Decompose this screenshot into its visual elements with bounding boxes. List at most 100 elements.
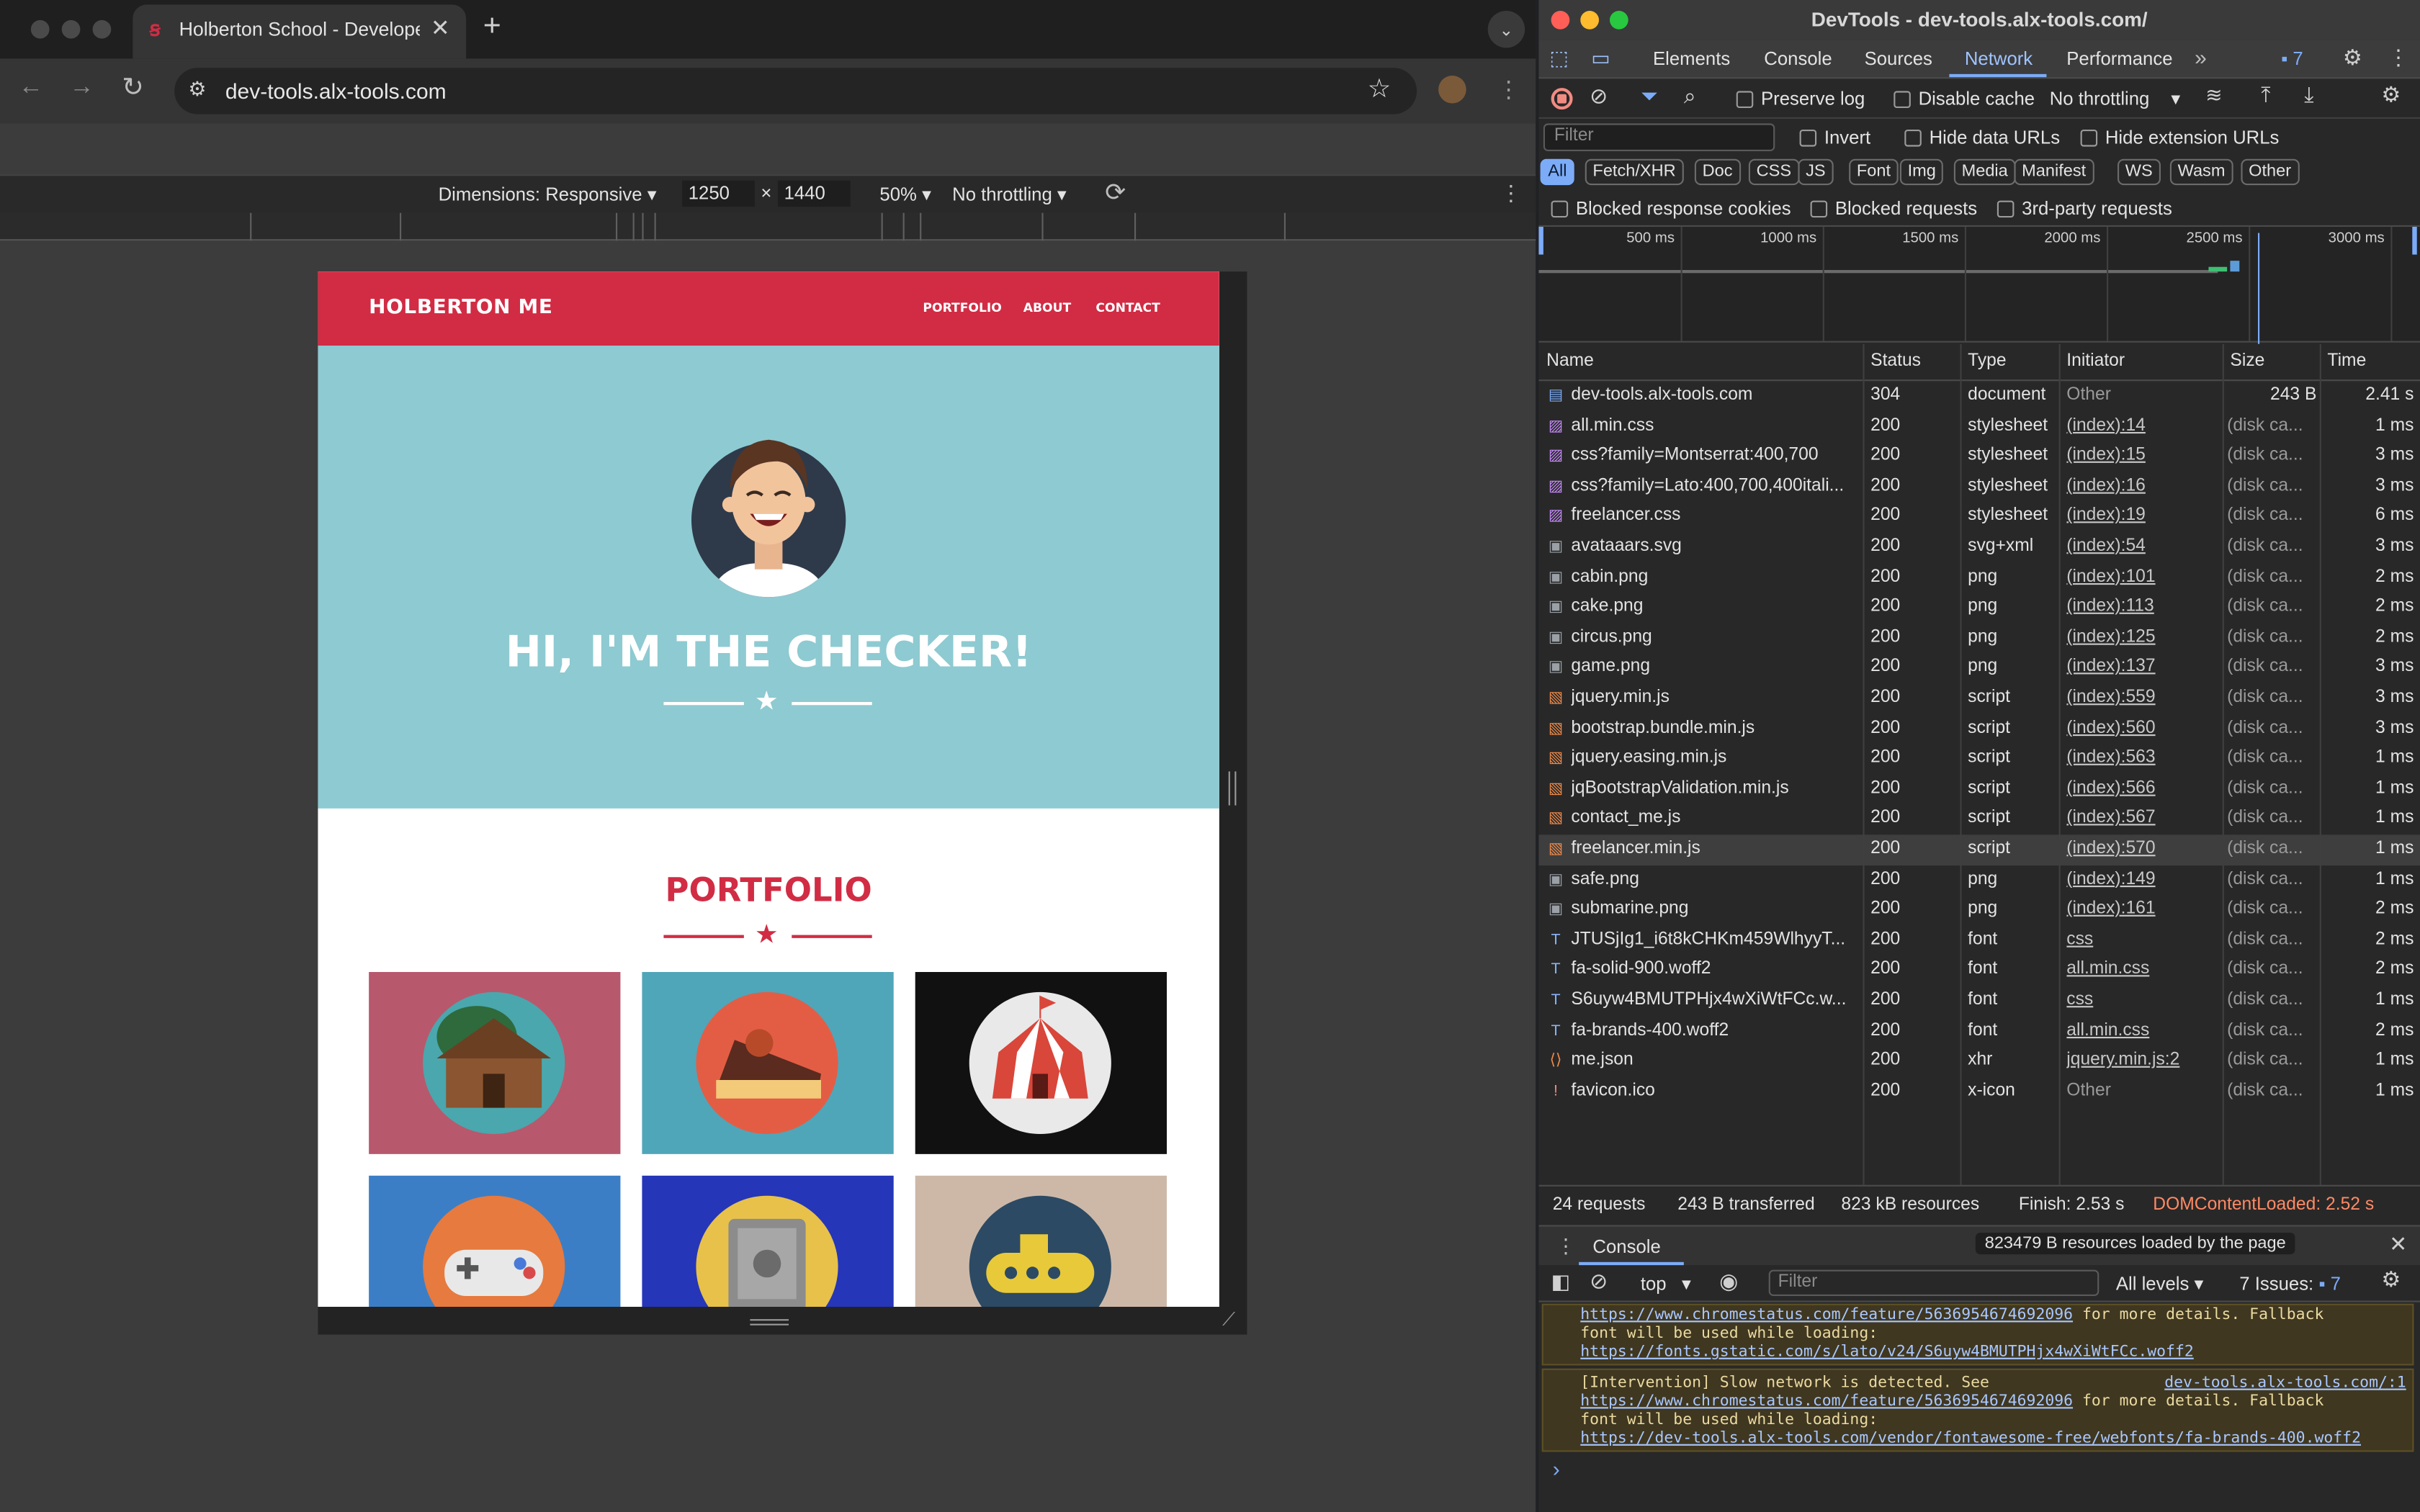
throttling-dropdown[interactable]: No throttling ▾: [952, 184, 1067, 205]
import-har-icon[interactable]: ⤒: [2261, 82, 2270, 108]
third-party-requests-checkbox[interactable]: 3rd-party requests: [1996, 197, 2172, 219]
request-initiator[interactable]: (index):563: [2066, 744, 2218, 774]
warning-link[interactable]: https://dev-tools.alx-tools.com/vendor/f…: [1580, 1430, 2361, 1447]
maximize-devtools-button[interactable]: [1610, 11, 1628, 30]
type-filter-doc[interactable]: Doc: [1694, 158, 1741, 186]
tab-elements[interactable]: Elements: [1653, 48, 1730, 69]
forward-icon[interactable]: →: [69, 74, 94, 102]
width-input[interactable]: 1250: [682, 180, 755, 207]
portfolio-item-submarine[interactable]: [915, 1175, 1167, 1308]
request-row[interactable]: ▧ jquery.min.js 200 script (index):559 (disk …: [1538, 683, 2420, 714]
type-filter-font[interactable]: Font: [1849, 158, 1899, 186]
request-row[interactable]: Tfa-solid-900.woff2 200 font all.min.css (di…: [1538, 955, 2420, 986]
nav-about[interactable]: ABOUT: [1023, 301, 1072, 315]
minimize-devtools-button[interactable]: [1580, 11, 1599, 30]
request-row[interactable]: ▤ dev-tools.alx-tools.com 304 document Other…: [1538, 381, 2420, 411]
hide-data-urls-checkbox[interactable]: Hide data URLs: [1904, 127, 2060, 148]
col-size[interactable]: Size: [2230, 352, 2264, 371]
type-filter-css[interactable]: CSS: [1748, 158, 1799, 186]
network-conditions-icon[interactable]: ≋: [2205, 84, 2222, 108]
request-row[interactable]: ▧ contact_me.js 200 script (index):567 (disk …: [1538, 804, 2420, 834]
request-row[interactable]: ▧ freelancer.min.js 200 script (index):570 (d…: [1538, 834, 2420, 865]
resize-handle-right[interactable]: [1219, 271, 1247, 1308]
request-row[interactable]: T S6uyw4BMUTPHjx4wXiWtFCc.w... 200 font css (…: [1538, 986, 2420, 1016]
browser-menu-icon[interactable]: ⋮: [1497, 76, 1520, 103]
preserve-log-checkbox[interactable]: Preserve log: [1736, 88, 1865, 109]
nav-portfolio[interactable]: PORTFOLIO: [923, 301, 1001, 315]
request-row[interactable]: ▣ circus.png 200 png (index):125 (disk ca... 2…: [1538, 623, 2420, 653]
portfolio-item-circus[interactable]: [915, 972, 1167, 1154]
site-info-icon[interactable]: ⚙: [188, 77, 206, 102]
bookmark-star-icon[interactable]: ☆: [1368, 74, 1392, 105]
warning-link[interactable]: https://www.chromestatus.com/feature/563…: [1580, 1307, 2073, 1324]
search-icon[interactable]: ⌕: [1684, 84, 1696, 109]
blocked-requests-checkbox[interactable]: Blocked requests: [1810, 197, 1977, 219]
request-row[interactable]: ▣ avataaars.svg 200 svg+xml (index):54 (disk …: [1538, 532, 2420, 562]
console-issues-link[interactable]: 7 Issues: ▪ 7: [2239, 1273, 2341, 1295]
device-toolbar-menu-icon[interactable]: ⋮: [1500, 181, 1522, 207]
close-devtools-button[interactable]: [1551, 11, 1570, 30]
tab-console[interactable]: Console: [1764, 48, 1832, 69]
request-row[interactable]: ▣ cake.png 200 png (index):113 (disk ca... 2 m…: [1538, 593, 2420, 623]
clear-icon[interactable]: ⊘: [1590, 84, 1608, 109]
warning-source-link[interactable]: dev-tools.alx-tools.com/:1: [2164, 1374, 2406, 1393]
type-filter-js[interactable]: JS: [1798, 158, 1834, 186]
request-row[interactable]: ▣ submarine.png 200 png (index):161 (disk ca.…: [1538, 895, 2420, 925]
inspect-element-icon[interactable]: ⬚: [1549, 46, 1568, 71]
request-initiator[interactable]: (index):19: [2066, 502, 2218, 532]
device-toggle-icon[interactable]: ▭: [1591, 46, 1610, 71]
zoom-dropdown[interactable]: 50% ▾: [879, 184, 931, 205]
console-filter-input[interactable]: Filter: [1768, 1269, 2099, 1296]
filter-icon[interactable]: ⏷: [1641, 84, 1658, 109]
request-row[interactable]: ▨ css?family=Lato:400,700,400itali... 200 s…: [1538, 472, 2420, 502]
network-settings-icon[interactable]: ⚙: [2381, 82, 2401, 108]
warning-link[interactable]: https://www.chromestatus.com/feature/563…: [1580, 1393, 2073, 1410]
site-brand[interactable]: HOLBERTON ME: [369, 296, 552, 319]
request-initiator[interactable]: all.min.css: [2066, 955, 2218, 986]
request-initiator[interactable]: (index):566: [2066, 774, 2218, 804]
type-filter-img[interactable]: Img: [1899, 158, 1944, 186]
request-initiator[interactable]: (index):16: [2066, 472, 2218, 502]
address-bar[interactable]: ⚙ dev-tools.alx-tools.com ☆: [174, 68, 1417, 114]
request-row[interactable]: ▧ jquery.easing.min.js 200 script (index):56…: [1538, 744, 2420, 774]
request-initiator[interactable]: (index):54: [2066, 532, 2218, 562]
col-type[interactable]: Type: [1968, 352, 2006, 371]
network-throttling-dropdown[interactable]: No throttling ▾: [2050, 88, 2181, 109]
reload-icon[interactable]: ↻: [122, 73, 144, 104]
type-filter-fetch-xhr[interactable]: Fetch/XHR: [1585, 158, 1684, 186]
col-status[interactable]: Status: [1870, 352, 1921, 371]
live-expression-eye-icon[interactable]: ◉: [1719, 1268, 1738, 1294]
request-initiator[interactable]: (index):570: [2066, 834, 2218, 865]
tab-performance[interactable]: Performance: [2066, 48, 2172, 69]
request-row[interactable]: ▣ cabin.png 200 png (index):101 (disk ca... 2 …: [1538, 562, 2420, 593]
console-settings-icon[interactable]: ⚙: [2381, 1266, 2401, 1292]
media-query-ruler[interactable]: [0, 212, 1536, 241]
request-initiator[interactable]: css: [2066, 986, 2218, 1016]
resize-corner-icon[interactable]: ⟋: [1222, 1308, 1235, 1331]
context-selector[interactable]: top ▾: [1641, 1273, 1691, 1295]
request-row[interactable]: ▣ game.png 200 png (index):137 (disk ca... 3 m…: [1538, 653, 2420, 683]
drawer-tab-console[interactable]: Console: [1592, 1236, 1660, 1257]
request-initiator[interactable]: css: [2066, 925, 2218, 955]
settings-gear-icon[interactable]: ⚙: [2343, 45, 2362, 71]
request-initiator[interactable]: (index):14: [2066, 411, 2218, 441]
console-sidebar-icon[interactable]: ◧: [1551, 1270, 1570, 1295]
type-filter-all[interactable]: All: [1540, 158, 1575, 186]
browser-tab[interactable]: ꞩ Holberton School - Developer Tools ✕: [133, 4, 467, 59]
tab-search-icon[interactable]: ⌄: [1487, 11, 1525, 48]
col-name[interactable]: Name: [1546, 352, 1594, 371]
close-tab-icon[interactable]: ✕: [431, 14, 450, 41]
type-filter-media[interactable]: Media: [1953, 158, 2016, 186]
col-initiator[interactable]: Initiator: [2066, 352, 2125, 371]
close-drawer-icon[interactable]: ✕: [2389, 1231, 2407, 1257]
console-clear-icon[interactable]: ⊘: [1590, 1268, 1608, 1294]
request-row[interactable]: ▧ jqBootstrapValidation.min.js 200 script (i…: [1538, 774, 2420, 804]
profile-avatar[interactable]: [1438, 76, 1466, 104]
portfolio-item-cabin[interactable]: [369, 972, 621, 1154]
close-window-button[interactable]: [30, 19, 50, 39]
portfolio-item-safe[interactable]: [642, 1175, 894, 1308]
minimize-window-button[interactable]: [61, 19, 81, 39]
maximize-window-button[interactable]: [92, 19, 112, 39]
request-initiator[interactable]: (index):113: [2066, 593, 2218, 623]
type-filter-wasm[interactable]: Wasm: [2169, 158, 2233, 186]
